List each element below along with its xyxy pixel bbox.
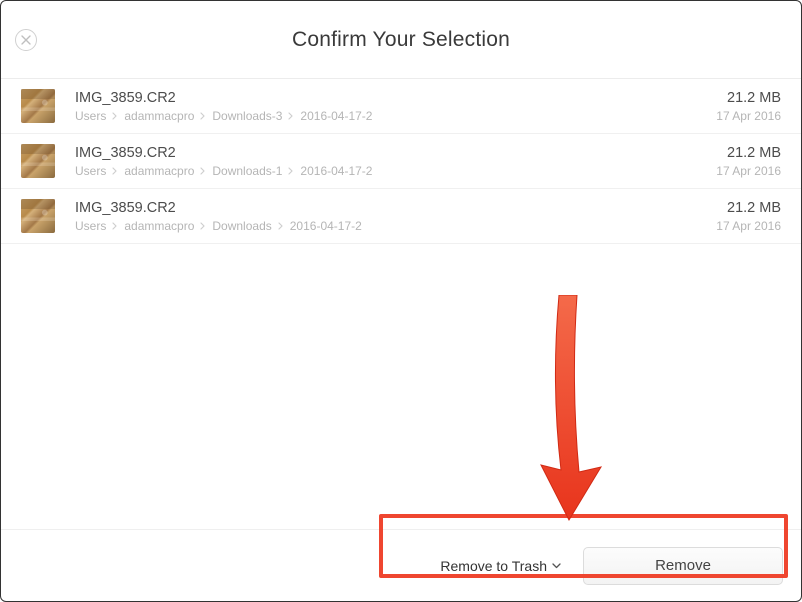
file-list: IMG_3859.CR2 Users adammacpro Downloads-…: [1, 79, 801, 529]
chevron-right-icon: [112, 112, 118, 120]
close-icon: [21, 35, 31, 45]
list-item[interactable]: IMG_3859.CR2 Users adammacpro Downloads-…: [1, 79, 801, 134]
file-name: IMG_3859.CR2: [75, 200, 716, 216]
chevron-right-icon: [278, 222, 284, 230]
chevron-down-icon: [552, 563, 561, 569]
chevron-right-icon: [200, 112, 206, 120]
chevron-right-icon: [112, 167, 118, 175]
dialog-window: Confirm Your Selection IMG_3859.CR2 User…: [0, 0, 802, 602]
file-size: 21.2 MB: [716, 200, 781, 216]
chevron-right-icon: [200, 222, 206, 230]
file-info: IMG_3859.CR2 Users adammacpro Downloads-…: [75, 145, 716, 178]
file-path: Users adammacpro Downloads-1 2016-04-17-…: [75, 164, 716, 178]
remove-mode-dropdown[interactable]: Remove to Trash: [436, 552, 565, 580]
path-segment: adammacpro: [124, 164, 194, 178]
file-info: IMG_3859.CR2 Users adammacpro Downloads …: [75, 200, 716, 233]
path-segment: Downloads: [212, 219, 271, 233]
close-button[interactable]: [15, 29, 37, 51]
file-size: 21.2 MB: [716, 90, 781, 106]
file-path: Users adammacpro Downloads 2016-04-17-2: [75, 219, 716, 233]
chevron-right-icon: [200, 167, 206, 175]
file-path: Users adammacpro Downloads-3 2016-04-17-…: [75, 109, 716, 123]
file-thumbnail: [21, 199, 55, 233]
file-info: IMG_3859.CR2 Users adammacpro Downloads-…: [75, 90, 716, 123]
path-segment: 2016-04-17-2: [290, 219, 362, 233]
file-date: 17 Apr 2016: [716, 109, 781, 123]
dialog-title: Confirm Your Selection: [292, 28, 510, 52]
file-thumbnail: [21, 89, 55, 123]
chevron-right-icon: [288, 112, 294, 120]
list-item[interactable]: IMG_3859.CR2 Users adammacpro Downloads-…: [1, 134, 801, 189]
footer-controls: Remove to Trash Remove: [426, 539, 793, 593]
file-thumbnail: [21, 144, 55, 178]
path-segment: Downloads-3: [212, 109, 282, 123]
chevron-right-icon: [288, 167, 294, 175]
file-meta: 21.2 MB 17 Apr 2016: [716, 145, 781, 178]
path-segment: Users: [75, 109, 106, 123]
list-item[interactable]: IMG_3859.CR2 Users adammacpro Downloads …: [1, 189, 801, 244]
dialog-header: Confirm Your Selection: [1, 1, 801, 79]
path-segment: adammacpro: [124, 219, 194, 233]
file-date: 17 Apr 2016: [716, 164, 781, 178]
path-segment: 2016-04-17-2: [300, 109, 372, 123]
path-segment: adammacpro: [124, 109, 194, 123]
file-size: 21.2 MB: [716, 145, 781, 161]
file-meta: 21.2 MB 17 Apr 2016: [716, 200, 781, 233]
file-meta: 21.2 MB 17 Apr 2016: [716, 90, 781, 123]
path-segment: Users: [75, 219, 106, 233]
file-name: IMG_3859.CR2: [75, 90, 716, 106]
file-date: 17 Apr 2016: [716, 219, 781, 233]
remove-button[interactable]: Remove: [583, 547, 783, 585]
path-segment: Users: [75, 164, 106, 178]
dialog-footer: Remove to Trash Remove: [1, 529, 801, 601]
path-segment: 2016-04-17-2: [300, 164, 372, 178]
chevron-right-icon: [112, 222, 118, 230]
path-segment: Downloads-1: [212, 164, 282, 178]
dropdown-label: Remove to Trash: [440, 558, 547, 574]
file-name: IMG_3859.CR2: [75, 145, 716, 161]
